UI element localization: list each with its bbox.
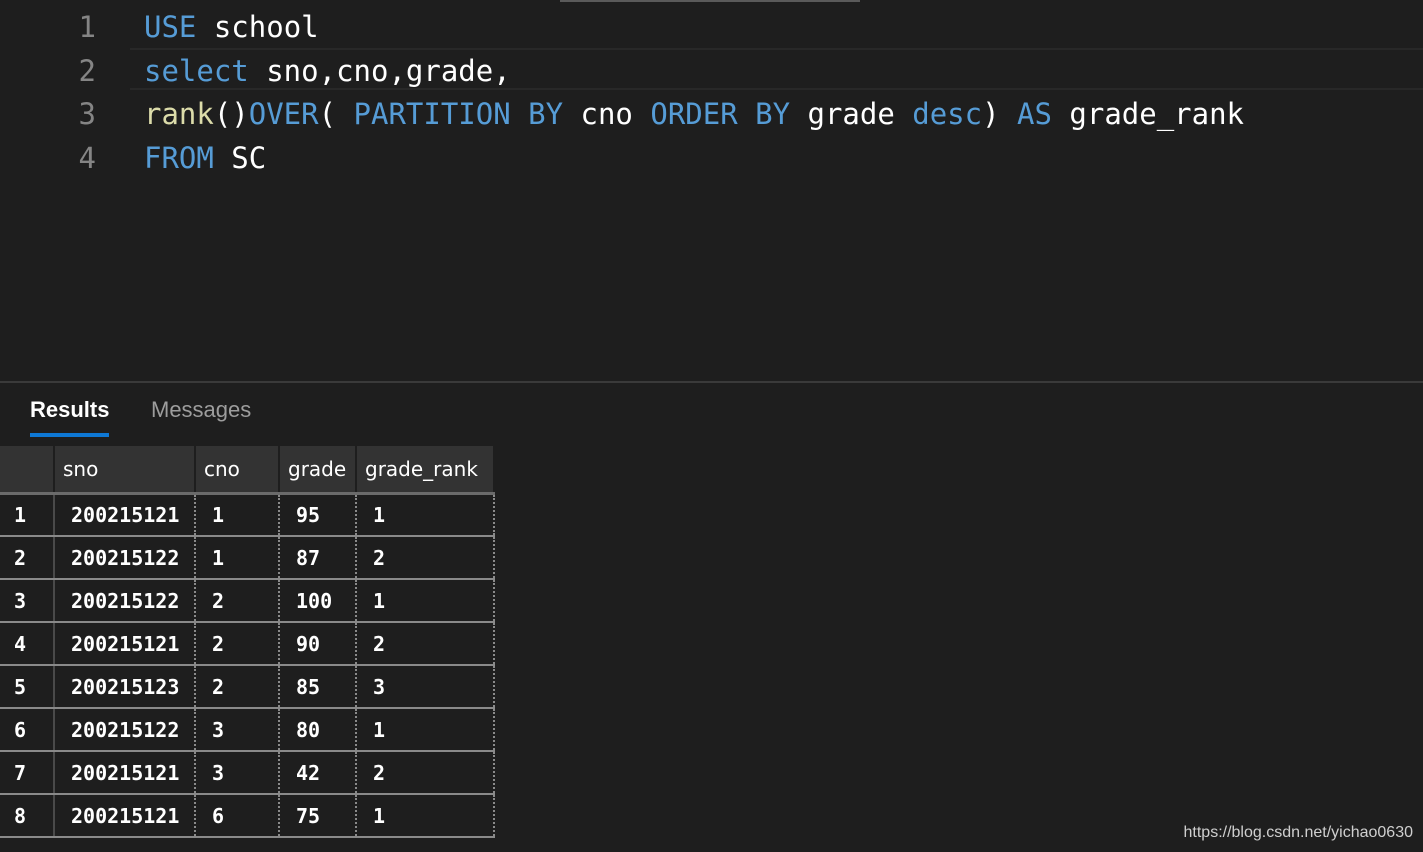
- code-text: USE school: [144, 6, 319, 49]
- cell-sno[interactable]: 200215122: [54, 579, 196, 623]
- cell-grade-rank[interactable]: 2: [356, 751, 495, 795]
- cell-grade-rank[interactable]: 1: [356, 794, 495, 838]
- column-header-cno[interactable]: cno: [195, 446, 280, 495]
- cell-cno[interactable]: 3: [195, 751, 280, 795]
- cell-sno[interactable]: 200215121: [54, 794, 196, 838]
- code-text: rank()OVER( PARTITION BY cno ORDER BY gr…: [144, 93, 1244, 136]
- table-row[interactable]: 5 200215123 2 85 3: [0, 665, 495, 709]
- code-line[interactable]: 3 rank()OVER( PARTITION BY cno ORDER BY g…: [0, 93, 1423, 136]
- row-number[interactable]: 2: [0, 536, 55, 580]
- code-token: cno: [563, 97, 651, 131]
- row-number[interactable]: 4: [0, 622, 55, 666]
- code-token: rank: [144, 97, 214, 131]
- code-line[interactable]: 4 FROM SC: [0, 137, 1423, 180]
- row-number[interactable]: 3: [0, 579, 55, 623]
- code-text: FROM SC: [144, 137, 266, 180]
- cell-cno[interactable]: 6: [195, 794, 280, 838]
- code-token: sno,cno,grade,: [248, 53, 511, 88]
- row-number[interactable]: 6: [0, 708, 55, 752]
- column-header-grade[interactable]: grade: [279, 446, 357, 495]
- cell-grade[interactable]: 95: [279, 493, 357, 537]
- cell-grade-rank[interactable]: 2: [356, 622, 495, 666]
- row-number-header[interactable]: [0, 446, 55, 495]
- cell-grade-rank[interactable]: 1: [356, 708, 495, 752]
- code-token: SC: [213, 140, 267, 175]
- column-header-sno[interactable]: sno: [54, 446, 196, 495]
- code-line[interactable]: 1 USE school: [0, 6, 1423, 49]
- cell-cno[interactable]: 1: [195, 493, 280, 537]
- cell-cno[interactable]: 2: [195, 622, 280, 666]
- cell-grade[interactable]: 87: [279, 536, 357, 580]
- code-token: (: [318, 97, 354, 131]
- code-token: school: [196, 10, 319, 44]
- code-token: ): [982, 97, 1018, 131]
- table-row[interactable]: 6 200215122 3 80 1: [0, 708, 495, 752]
- table-row[interactable]: 7 200215121 3 42 2: [0, 751, 495, 795]
- header-row: sno cno grade grade_rank: [0, 446, 495, 495]
- results-panel: Results Messages sno cno grade grade_ran…: [0, 383, 1423, 852]
- line-number: 2: [78, 53, 96, 88]
- table-row[interactable]: 3 200215122 2 100 1: [0, 579, 495, 623]
- code-token: OVER: [248, 97, 319, 131]
- line-number: 1: [78, 10, 96, 44]
- cell-grade[interactable]: 42: [279, 751, 357, 795]
- cell-sno[interactable]: 200215121: [54, 622, 196, 666]
- cell-grade-rank[interactable]: 2: [356, 536, 495, 580]
- row-number[interactable]: 1: [0, 493, 55, 537]
- code-token: select: [144, 53, 249, 88]
- code-token: ORDER BY: [650, 97, 791, 131]
- cell-cno[interactable]: 2: [195, 665, 280, 709]
- code-token: grade: [790, 97, 913, 131]
- cell-cno[interactable]: 2: [195, 579, 280, 623]
- cell-sno[interactable]: 200215123: [54, 665, 196, 709]
- code-token: grade_rank: [1051, 97, 1245, 131]
- cell-sno[interactable]: 200215122: [54, 536, 196, 580]
- code-text: select sno,cno,grade,: [144, 50, 511, 93]
- cell-cno[interactable]: 3: [195, 708, 280, 752]
- watermark: https://blog.csdn.net/yichao0630: [1183, 824, 1414, 841]
- table-row[interactable]: 4 200215121 2 90 2: [0, 622, 495, 666]
- table-row[interactable]: 1 200215121 1 95 1: [0, 493, 495, 537]
- tab-messages[interactable]: Messages: [151, 397, 251, 423]
- tab-results[interactable]: Results: [30, 397, 110, 437]
- code-token: FROM: [144, 140, 214, 175]
- row-number[interactable]: 8: [0, 794, 55, 838]
- cell-grade[interactable]: 75: [279, 794, 357, 838]
- code-line[interactable]: 2 select sno,cno,grade,: [0, 50, 1423, 93]
- line-number: 3: [78, 97, 96, 131]
- results-grid[interactable]: sno cno grade grade_rank 1 200215121 1 95 1 2…: [0, 446, 495, 838]
- table-row[interactable]: 8 200215121 6 75 1: [0, 794, 495, 838]
- cell-grade-rank[interactable]: 3: [356, 665, 495, 709]
- row-number[interactable]: 5: [0, 665, 55, 709]
- cell-cno[interactable]: 1: [195, 536, 280, 580]
- column-header-grade-rank[interactable]: grade_rank: [356, 446, 495, 495]
- table-row[interactable]: 2 200215122 1 87 2: [0, 536, 495, 580]
- cell-grade-rank[interactable]: 1: [356, 579, 495, 623]
- row-number[interactable]: 7: [0, 751, 55, 795]
- cell-grade-rank[interactable]: 1: [356, 493, 495, 537]
- cell-sno[interactable]: 200215122: [54, 708, 196, 752]
- code-token: AS: [1017, 97, 1052, 131]
- code-token: USE: [144, 10, 197, 44]
- line-number: 4: [78, 140, 96, 175]
- cell-grade[interactable]: 85: [279, 665, 357, 709]
- query-editor[interactable]: 1 USE school 2 select sno,cno,grade, 3 rank()…: [0, 0, 1423, 382]
- results-grid-body: 1 200215121 1 95 1 2 200215122 1 87 2 3 200215122 2 1…: [0, 493, 495, 838]
- cell-grade[interactable]: 100: [279, 579, 357, 623]
- code-token: PARTITION BY: [353, 97, 564, 131]
- cell-sno[interactable]: 200215121: [54, 493, 196, 537]
- code-token: (): [213, 97, 249, 131]
- cell-grade[interactable]: 80: [279, 708, 357, 752]
- cell-grade[interactable]: 90: [279, 622, 357, 666]
- code-token: desc: [912, 97, 983, 131]
- cell-sno[interactable]: 200215121: [54, 751, 196, 795]
